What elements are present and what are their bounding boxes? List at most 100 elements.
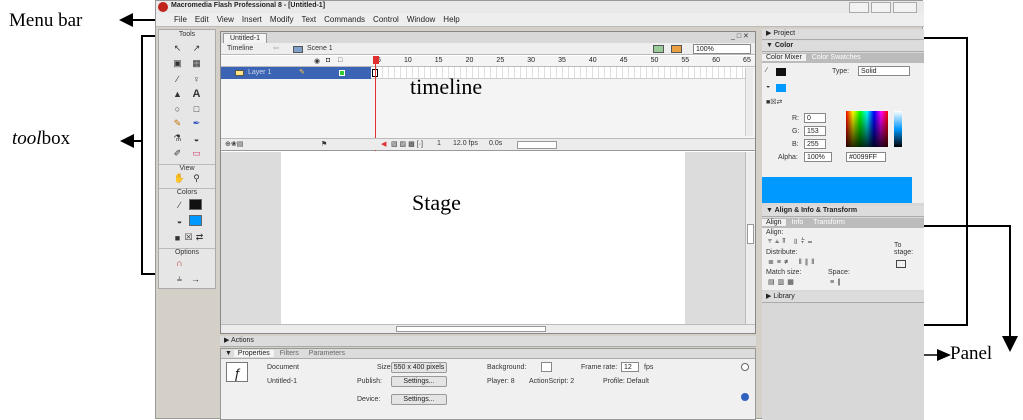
tab-info[interactable]: Info	[788, 219, 808, 226]
eyedropper-tool-icon[interactable]: ✐	[171, 147, 184, 160]
device-settings-button[interactable]: Settings...	[391, 394, 447, 405]
expand-icon[interactable]	[741, 363, 749, 371]
background-swatch[interactable]	[541, 362, 552, 372]
mixer-swap-icons[interactable]: ■☒⇄	[766, 98, 782, 106]
stage-hscroll[interactable]	[221, 324, 755, 333]
frame-rate-input[interactable]: 12	[621, 362, 639, 372]
oval-tool-icon[interactable]: ○	[171, 102, 184, 115]
gradient-transform-tool-icon[interactable]: ▦	[190, 57, 203, 70]
center-frame-icon[interactable]: ◀	[381, 140, 386, 148]
stage-vscroll[interactable]	[745, 152, 755, 324]
lock-icon[interactable]: ◘	[326, 57, 330, 64]
r-input[interactable]: 0	[804, 113, 826, 123]
delete-layer-icon[interactable]: ⚑	[321, 140, 327, 148]
project-panel-header[interactable]: ▶ Project	[762, 29, 924, 40]
align-panel-header[interactable]: ▼ Align & Info & Transform	[762, 206, 924, 217]
menu-modify[interactable]: Modify	[266, 13, 298, 27]
type-select[interactable]: Solid	[858, 66, 910, 76]
pencil-tool-icon[interactable]: ✎	[171, 117, 184, 130]
pen-tool-icon[interactable]: ▲	[171, 87, 184, 100]
line-tool-icon[interactable]: ∕	[171, 72, 184, 85]
black-white-icon[interactable]: ■	[173, 231, 182, 244]
align-buttons[interactable]: ⫧⫨⫪ ⫫⫩⫬	[768, 238, 815, 246]
edit-symbols-icon[interactable]	[671, 45, 682, 53]
close-button[interactable]	[893, 2, 917, 13]
menu-help[interactable]: Help	[439, 13, 463, 27]
straighten-icon[interactable]: →	[189, 272, 202, 285]
collapse-down-icon[interactable]: ▼	[221, 350, 232, 357]
brightness-slider[interactable]	[894, 111, 902, 147]
zoom-tool-icon[interactable]: ⚲	[190, 172, 203, 185]
color-spectrum[interactable]	[846, 111, 888, 147]
tab-parameters[interactable]: Parameters	[305, 350, 349, 357]
hscroll-thumb[interactable]	[396, 326, 546, 332]
publish-settings-button[interactable]: Settings...	[391, 376, 447, 387]
fill-color-swatch[interactable]	[189, 215, 202, 226]
onion-skin-icon[interactable]: ▧ ▨ ▩ [·]	[391, 140, 423, 148]
distribute-buttons[interactable]: ≣≡≢ ‖∥‖	[768, 258, 817, 266]
tab-color-swatches[interactable]: Color Swatches	[808, 54, 865, 61]
eye-icon[interactable]: ◉	[314, 57, 320, 65]
edit-scene-icon[interactable]	[653, 45, 664, 53]
paint-bucket-tool-icon[interactable]: ◒	[190, 132, 203, 145]
playhead[interactable]	[373, 56, 379, 64]
eraser-tool-icon[interactable]: ▭	[190, 147, 203, 160]
menu-control[interactable]: Control	[369, 13, 403, 27]
timeline-vertical-scrollbar[interactable]	[745, 68, 753, 136]
tab-properties[interactable]: Properties	[233, 350, 274, 357]
smooth-icon[interactable]: ⫨	[173, 272, 186, 285]
add-layer-icon[interactable]: ⊕❀▤	[225, 140, 243, 148]
outline-icon[interactable]: □	[338, 57, 342, 64]
menu-window[interactable]: Window	[403, 13, 439, 27]
space-buttons[interactable]: ≡∥	[830, 278, 844, 286]
menu-commands[interactable]: Commands	[320, 13, 369, 27]
tab-filters[interactable]: Filters	[276, 350, 303, 357]
menu-file[interactable]: File	[170, 13, 191, 27]
menu-text[interactable]: Text	[297, 13, 320, 27]
layer-outline-swatch[interactable]	[339, 70, 345, 76]
timeline-toggle[interactable]: Timeline	[227, 45, 253, 52]
menu-edit[interactable]: Edit	[191, 13, 213, 27]
to-stage-button[interactable]	[896, 260, 906, 268]
b-input[interactable]: 255	[804, 139, 826, 149]
hand-tool-icon[interactable]: ✋	[173, 172, 186, 185]
brush-tool-icon[interactable]: ✒	[190, 117, 203, 130]
swap-colors-icon[interactable]: ⇄	[195, 231, 204, 244]
text-tool-icon[interactable]: A	[190, 87, 203, 100]
zoom-select[interactable]: 100%	[693, 44, 751, 54]
hex-input[interactable]: #0099FF	[846, 152, 886, 162]
color-panel-header[interactable]: ▼ Color	[762, 41, 924, 52]
ink-bottle-tool-icon[interactable]: ⚗	[171, 132, 184, 145]
menu-insert[interactable]: Insert	[238, 13, 266, 27]
actions-panel-header[interactable]: ▶ Actions	[220, 336, 756, 347]
size-button[interactable]: 550 x 400 pixels	[391, 362, 447, 373]
no-color-icon[interactable]: ☒	[184, 231, 193, 244]
maximize-button[interactable]	[871, 2, 891, 13]
arrow-tool-icon[interactable]: ↖	[171, 42, 184, 55]
library-panel-header[interactable]: ▶ Library	[762, 292, 924, 303]
free-transform-tool-icon[interactable]: ▣	[171, 57, 184, 70]
tab-align[interactable]: Align	[762, 219, 786, 226]
mixer-stroke-swatch[interactable]	[776, 68, 786, 76]
subselect-tool-icon[interactable]: ↗	[190, 42, 203, 55]
alpha-input[interactable]: 100%	[804, 152, 832, 162]
tab-transform[interactable]: Transform	[809, 219, 849, 226]
layer-row[interactable]: Layer 1 ✎	[221, 67, 371, 79]
rectangle-tool-icon[interactable]: □	[190, 102, 203, 115]
menu-view[interactable]: View	[213, 13, 238, 27]
vscroll-thumb[interactable]	[747, 224, 754, 244]
layer-name[interactable]: Layer 1	[248, 69, 271, 76]
g-input[interactable]: 153	[804, 126, 826, 136]
help-icon[interactable]	[741, 393, 749, 401]
back-arrow-icon[interactable]: ⇦	[273, 44, 279, 52]
mixer-fill-swatch[interactable]	[776, 84, 786, 92]
document-tab[interactable]: Untitled-1	[223, 33, 267, 43]
match-size-buttons[interactable]: ▤▥▦	[768, 278, 797, 286]
lasso-tool-icon[interactable]: ♀	[190, 72, 203, 85]
document-window-controls[interactable]: _ □ ✕	[731, 32, 749, 40]
timeline-hscroll[interactable]	[517, 141, 557, 149]
minimize-button[interactable]	[849, 2, 869, 13]
snap-magnet-icon[interactable]: ∩	[173, 256, 186, 269]
stroke-color-swatch[interactable]	[189, 199, 202, 210]
tab-color-mixer[interactable]: Color Mixer	[762, 54, 806, 61]
